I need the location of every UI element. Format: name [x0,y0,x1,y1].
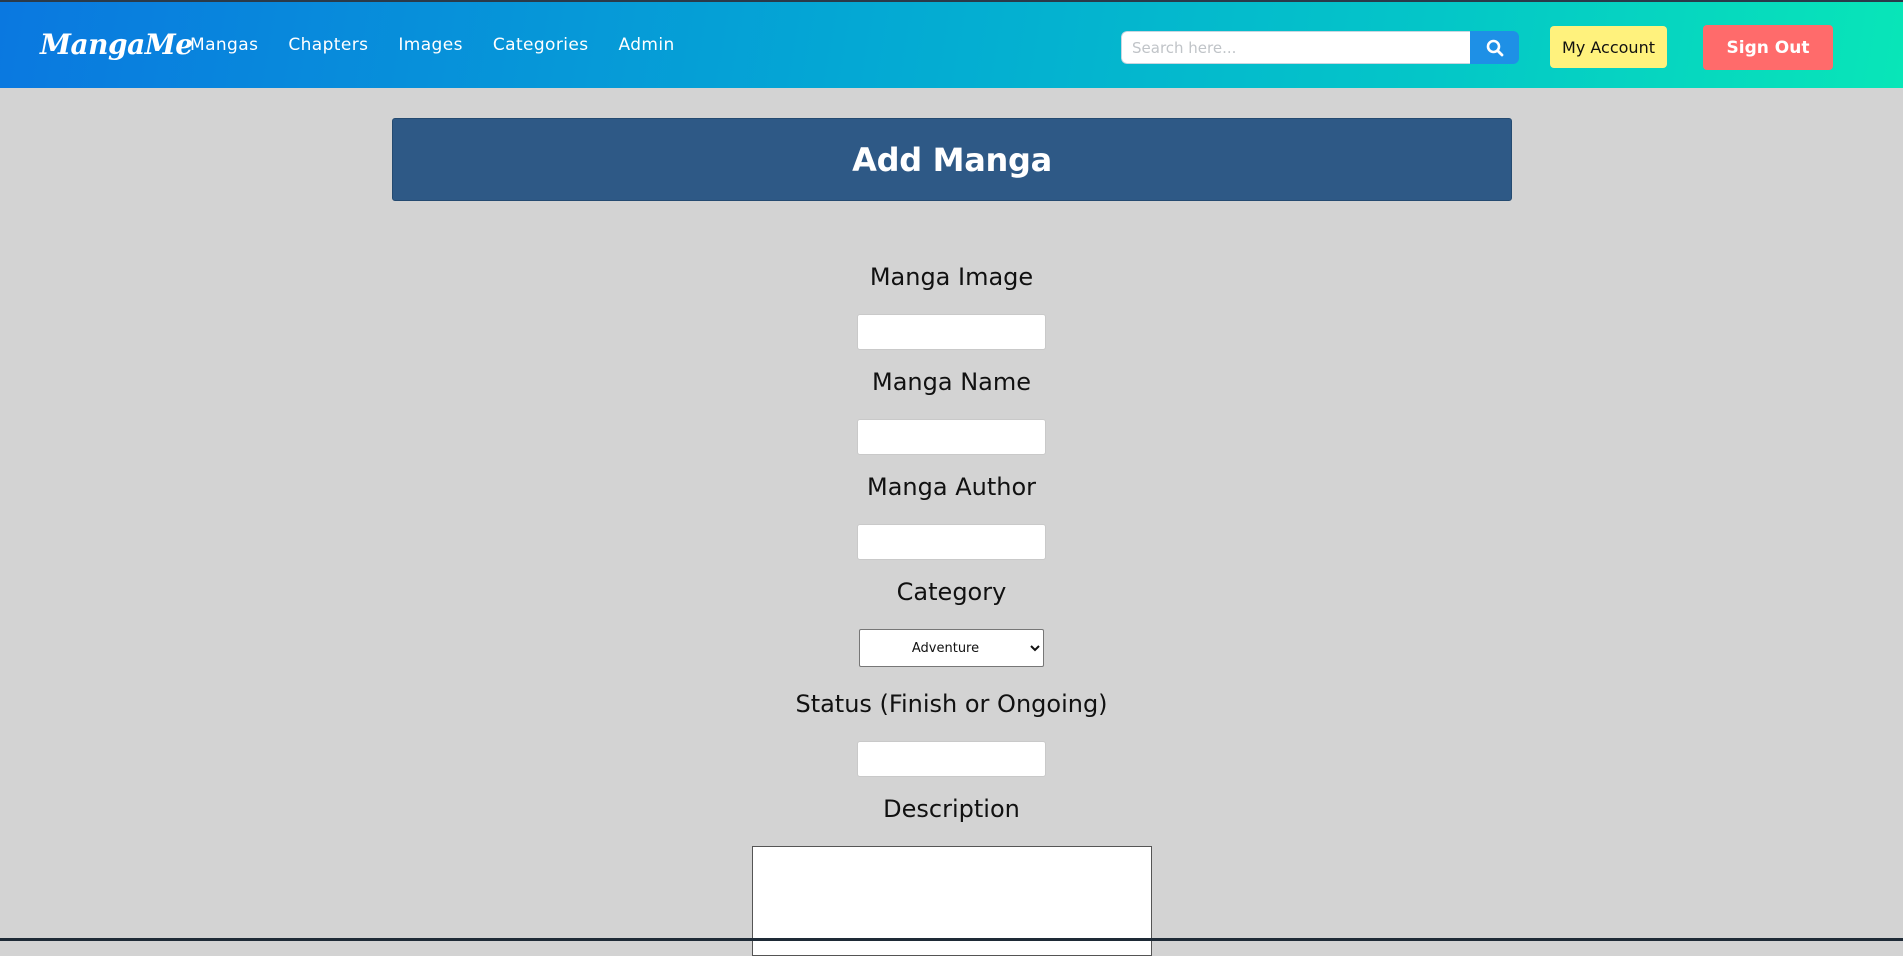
search-bar [1121,31,1519,64]
site-logo[interactable]: MangaMe [40,28,193,61]
page-title: Add Manga [852,140,1052,179]
search-input[interactable] [1121,31,1470,64]
search-icon [1486,39,1503,56]
top-navbar: MangaMe Mangas Chapters Images Categorie… [0,0,1903,88]
manga-image-label: Manga Image [869,263,1034,291]
main-nav: Mangas Chapters Images Categories Admin [190,35,705,55]
nav-item-categories[interactable]: Categories [493,35,589,55]
description-label: Description [883,795,1020,823]
nav-item-chapters[interactable]: Chapters [288,35,368,55]
my-account-button[interactable]: My Account [1550,26,1667,68]
status-label: Status (Finish or Ongoing) [795,690,1108,718]
category-select[interactable]: Adventure [859,629,1044,667]
nav-item-mangas[interactable]: Mangas [190,35,258,55]
status-input[interactable] [857,741,1046,777]
manga-image-input[interactable] [857,314,1046,350]
sign-out-button[interactable]: Sign Out [1703,25,1833,70]
manga-author-input[interactable] [857,524,1046,560]
page-title-bar: Add Manga [392,118,1512,201]
manga-author-label: Manga Author [867,473,1036,501]
manga-name-input[interactable] [857,419,1046,455]
category-label: Category [896,578,1007,606]
nav-item-images[interactable]: Images [398,35,463,55]
search-button[interactable] [1470,31,1519,64]
manga-name-label: Manga Name [872,368,1031,396]
nav-item-admin[interactable]: Admin [619,35,675,55]
